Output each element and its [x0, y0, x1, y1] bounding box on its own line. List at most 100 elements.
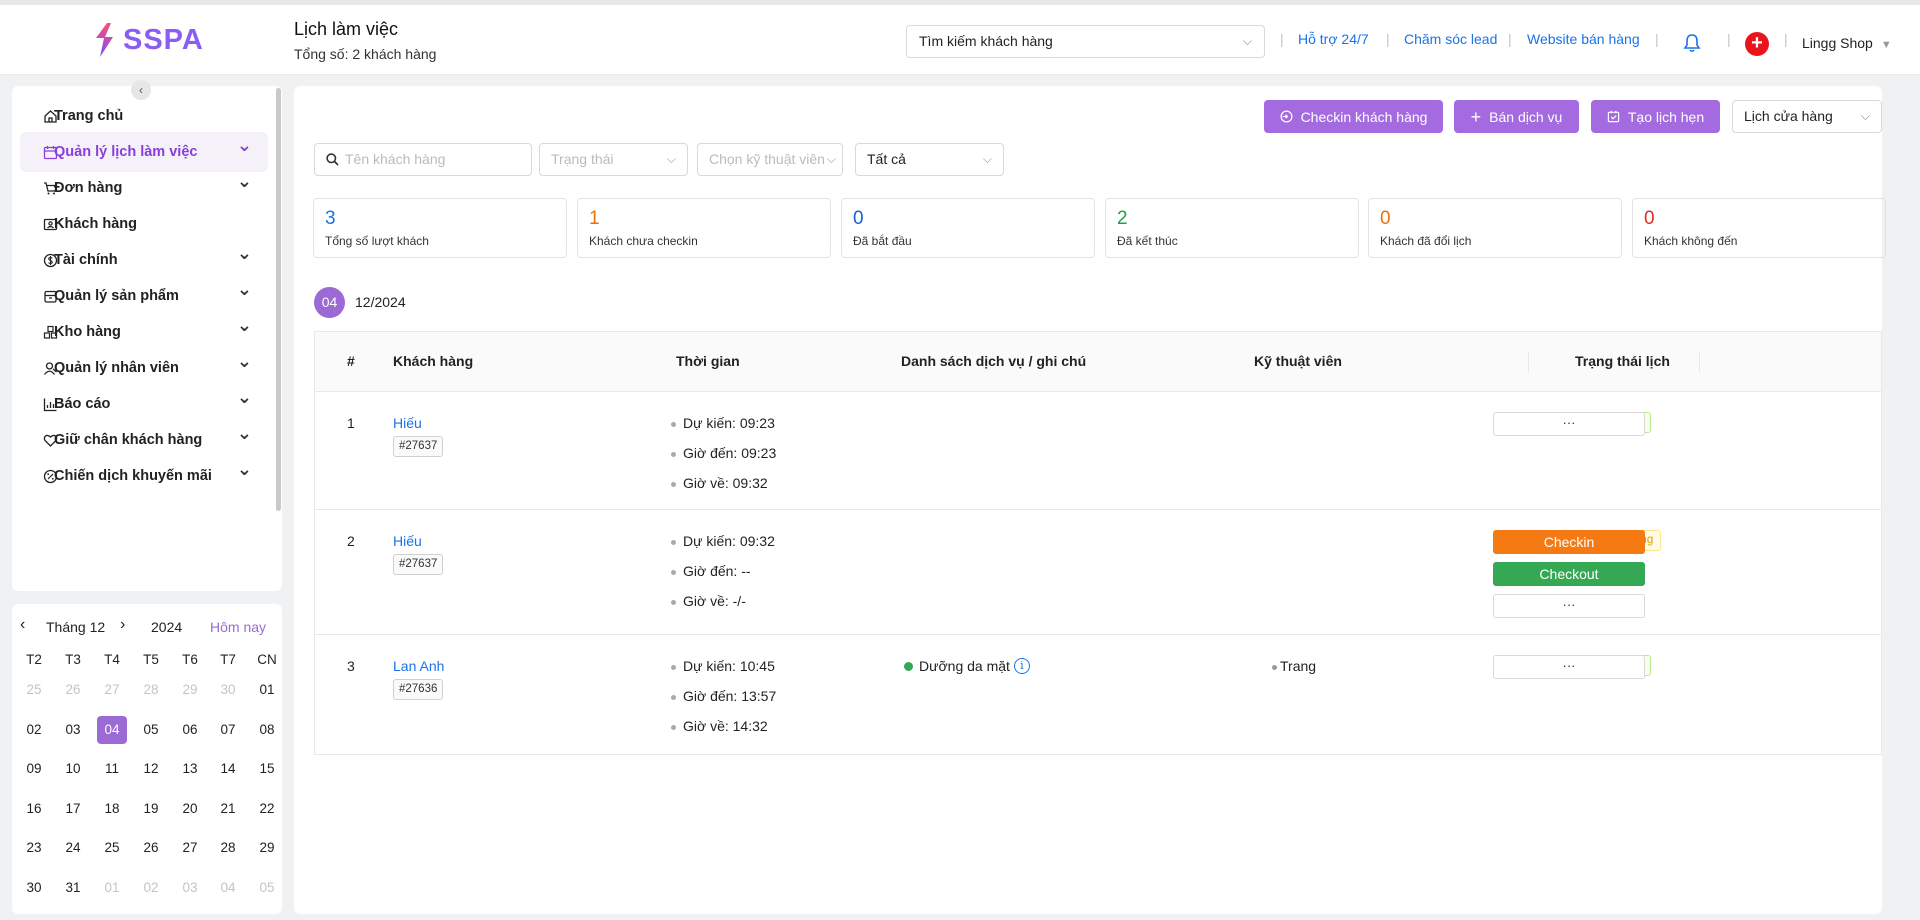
sidebar-item-cart[interactable]: Đơn hàng ⌄: [20, 168, 268, 208]
customer-code-badge: #27637: [393, 554, 444, 575]
calendar-day[interactable]: 29: [175, 676, 205, 704]
time-value: 09:32: [739, 533, 775, 549]
calendar-day[interactable]: 30: [213, 676, 243, 704]
more-actions-button[interactable]: ···: [1493, 655, 1645, 679]
calendar-day[interactable]: 24: [58, 834, 88, 862]
calendar-day[interactable]: 19: [136, 795, 166, 823]
store-calendar-select[interactable]: Lịch cửa hàng ⌵: [1732, 100, 1882, 133]
arrival-time: Giờ đến: --: [671, 563, 751, 579]
sidebar-item-dollar-circle[interactable]: Tài chính ⌄: [20, 240, 268, 280]
scope-filter[interactable]: Tất cả ⌵: [855, 143, 1004, 176]
expected-time: Dự kiến: 10:45: [671, 658, 775, 674]
customer-search-select[interactable]: Tìm kiếm khách hàng ⌵: [906, 25, 1265, 58]
calendar-day[interactable]: 23: [19, 834, 49, 862]
customer-code-badge: #27637: [393, 436, 444, 457]
prev-month-icon[interactable]: ‹: [20, 616, 25, 634]
customer-name-filter[interactable]: Tên khách hàng: [314, 143, 532, 176]
calendar-day[interactable]: 31: [58, 874, 88, 902]
sidebar-item-warehouse[interactable]: Kho hàng ⌄: [20, 312, 268, 352]
sidebar-item-contact-card[interactable]: Khách hàng: [20, 204, 268, 244]
calendar-day[interactable]: 10: [58, 755, 88, 783]
dollar-circle-icon: [43, 253, 58, 268]
sidebar-collapse-button[interactable]: ‹: [131, 80, 151, 100]
customer-name-link[interactable]: Hiếu: [393, 533, 422, 549]
support-link[interactable]: Hỗ trợ 24/7: [1298, 31, 1369, 47]
quick-add-button[interactable]: +: [1745, 32, 1769, 56]
calendar-day[interactable]: 04: [213, 874, 243, 902]
calendar-day[interactable]: 30: [19, 874, 49, 902]
calendar-day[interactable]: 22: [252, 795, 282, 823]
calendar-day[interactable]: 02: [136, 874, 166, 902]
calendar-day[interactable]: 03: [58, 716, 88, 744]
shop-switcher[interactable]: Lingg Shop ▼: [1802, 35, 1892, 51]
bell-icon[interactable]: [1683, 33, 1701, 53]
technician-filter[interactable]: Chọn kỹ thuật viên ⌵: [697, 143, 843, 176]
calendar-day[interactable]: 06: [175, 716, 205, 744]
sidebar-item-heart[interactable]: Giữ chân khách hàng ⌄: [20, 420, 268, 460]
calendar-day[interactable]: 07: [213, 716, 243, 744]
checkin-button[interactable]: Checkin: [1493, 530, 1645, 554]
sidebar-item-label: Kho hàng: [54, 324, 121, 340]
calendar-day[interactable]: 26: [136, 834, 166, 862]
today-button[interactable]: Hôm nay: [210, 619, 266, 635]
service-name: Dưỡng da mặt: [919, 658, 1010, 674]
calendar-day[interactable]: 20: [175, 795, 205, 823]
sell-service-button[interactable]: + Bán dịch vụ: [1454, 100, 1579, 133]
calendar-day[interactable]: 28: [213, 834, 243, 862]
time-value: --: [741, 563, 751, 579]
calendar-day[interactable]: 11: [97, 755, 127, 783]
calendar-day[interactable]: 27: [97, 676, 127, 704]
calendar-day[interactable]: 16: [19, 795, 49, 823]
more-actions-button[interactable]: ···: [1493, 412, 1645, 436]
stat-card: 0 Khách đã đổi lịch: [1368, 198, 1622, 258]
more-actions-button[interactable]: ···: [1493, 594, 1645, 618]
create-booking-button[interactable]: Tạo lịch hẹn: [1591, 100, 1720, 133]
calendar-day[interactable]: 14: [213, 755, 243, 783]
time-label: Giờ về:: [683, 593, 729, 609]
calendar-day-selected[interactable]: 04: [97, 715, 127, 744]
sidebar-item-bar-chart[interactable]: Báo cáo ⌄: [20, 384, 268, 424]
brand-logo[interactable]: SSPA: [93, 23, 204, 57]
sales-website-link[interactable]: Website bán hàng: [1527, 31, 1640, 47]
sidebar-item-user[interactable]: Quản lý nhân viên ⌄: [20, 348, 268, 388]
lead-care-link[interactable]: Chăm sóc lead: [1404, 31, 1497, 47]
column-customer: Khách hàng: [393, 353, 474, 369]
sidebar-item-calendar[interactable]: Quản lý lịch làm việc ⌄: [20, 132, 268, 172]
calendar-day[interactable]: 27: [175, 834, 205, 862]
calendar-day[interactable]: 01: [252, 676, 282, 704]
calendar-day[interactable]: 25: [19, 676, 49, 704]
calendar-day[interactable]: 09: [19, 755, 49, 783]
calendar-day[interactable]: 02: [19, 716, 49, 744]
sidebar-item-box[interactable]: Quản lý sản phẩm ⌄: [20, 276, 268, 316]
calendar-day[interactable]: 17: [58, 795, 88, 823]
calendar-day[interactable]: 13: [175, 755, 205, 783]
scope-value: Tất cả: [867, 151, 906, 167]
sidebar-item-percent[interactable]: Chiến dịch khuyến mãi ⌄: [20, 456, 268, 496]
calendar-day[interactable]: 21: [213, 795, 243, 823]
calendar-day[interactable]: 03: [175, 874, 205, 902]
calendar-day[interactable]: 28: [136, 676, 166, 704]
next-month-icon[interactable]: ›: [120, 616, 125, 634]
calendar-year[interactable]: 2024: [151, 619, 182, 635]
calendar-day[interactable]: 25: [97, 834, 127, 862]
sidebar-scrollbar[interactable]: [276, 88, 281, 511]
time-label: Giờ về:: [683, 718, 729, 734]
customer-name-link[interactable]: Hiếu: [393, 415, 422, 431]
calendar-day[interactable]: 18: [97, 795, 127, 823]
checkin-customer-button[interactable]: Checkin khách hàng: [1264, 100, 1443, 133]
calendar-day[interactable]: 15: [252, 755, 282, 783]
calendar-day[interactable]: 26: [58, 676, 88, 704]
status-filter[interactable]: Trạng thái ⌵: [539, 143, 688, 176]
sidebar-item-home[interactable]: Trang chủ: [20, 96, 268, 136]
info-icon[interactable]: i: [1013, 658, 1030, 674]
sidebar-item-label: Khách hàng: [54, 216, 137, 232]
calendar-day[interactable]: 05: [252, 874, 282, 902]
calendar-day[interactable]: 01: [97, 874, 127, 902]
checkout-button[interactable]: Checkout: [1493, 562, 1645, 586]
calendar-day[interactable]: 12: [136, 755, 166, 783]
calendar-day[interactable]: 29: [252, 834, 282, 862]
calendar-day[interactable]: 05: [136, 716, 166, 744]
calendar-day[interactable]: 08: [252, 716, 282, 744]
calendar-month[interactable]: Tháng 12: [46, 619, 105, 635]
customer-name-link[interactable]: Lan Anh: [393, 658, 444, 674]
